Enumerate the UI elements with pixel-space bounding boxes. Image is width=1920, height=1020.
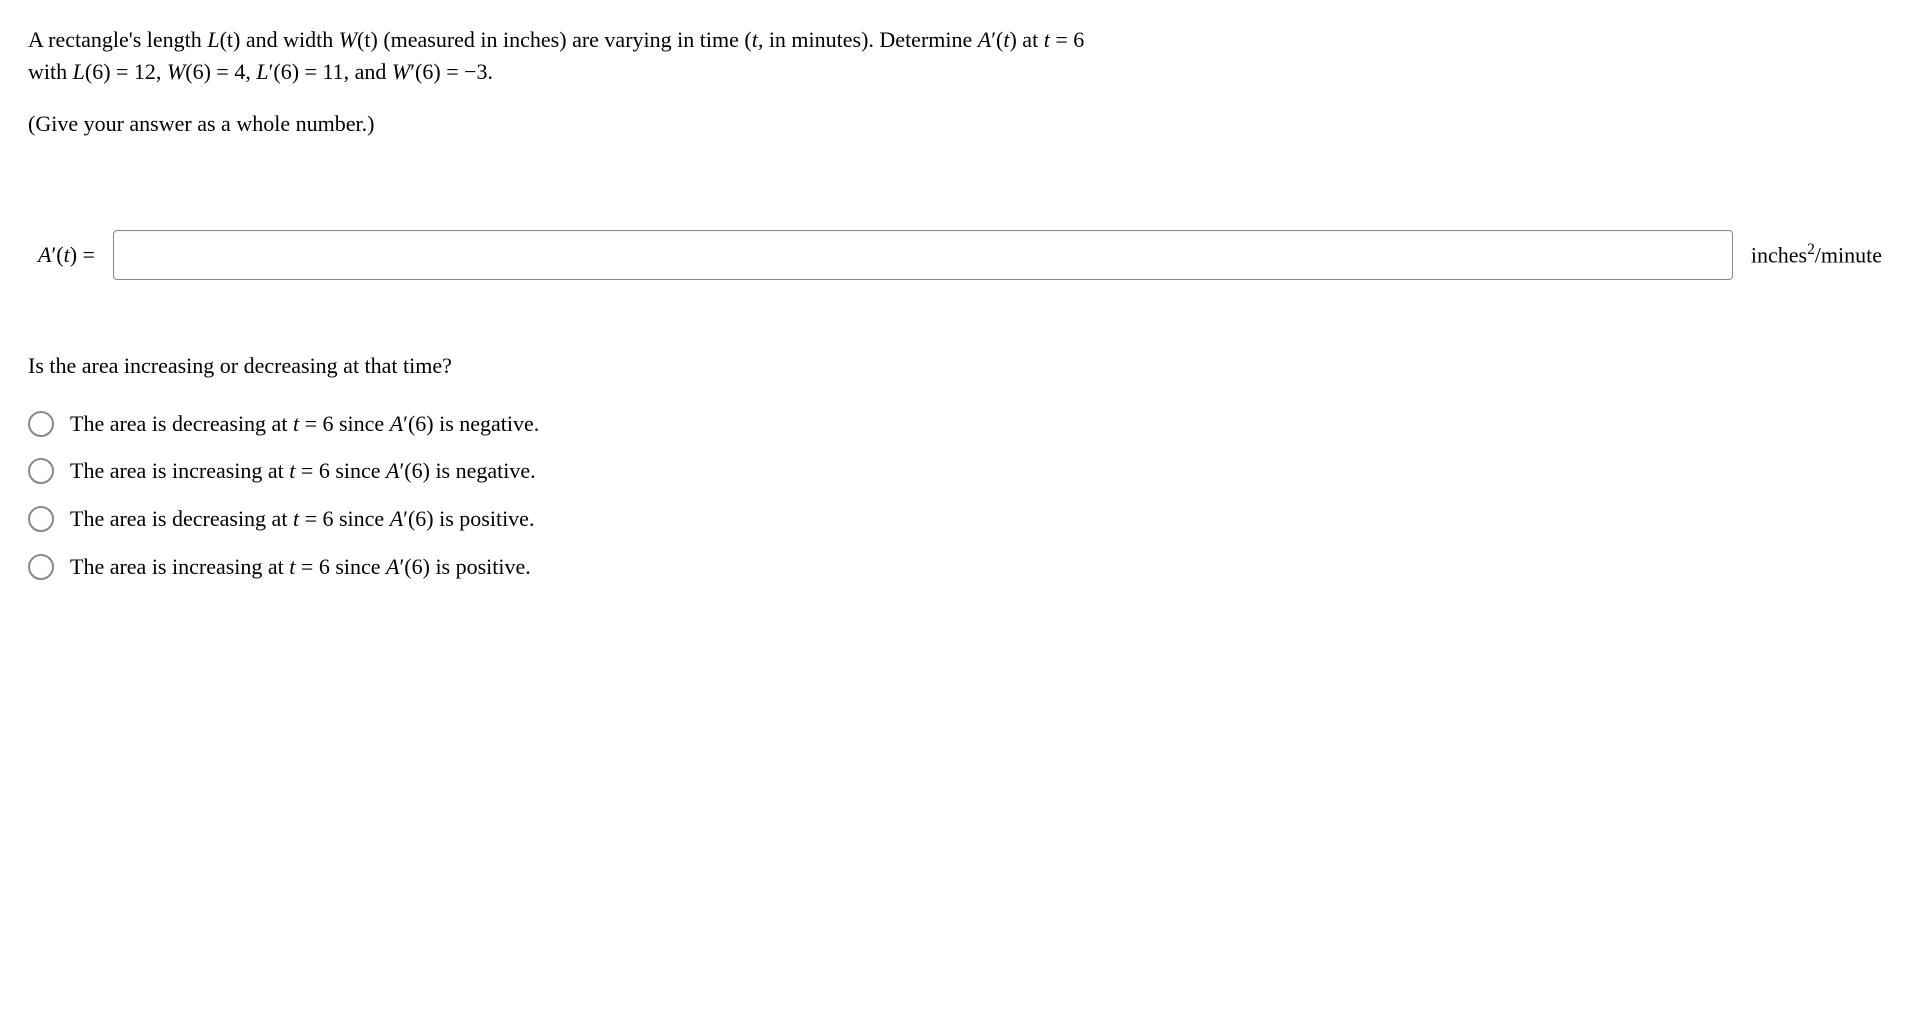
option-row[interactable]: The area is decreasing at t = 6 since A′… xyxy=(28,503,1892,535)
answer-row: A′(t) = inches2/minute xyxy=(28,230,1892,280)
option-row[interactable]: The area is decreasing at t = 6 since A′… xyxy=(28,408,1892,440)
answer-input[interactable] xyxy=(113,230,1733,280)
text: (6) = 4, xyxy=(185,59,256,84)
text: = 6 since xyxy=(299,506,390,531)
text: ′(6) = 11, and xyxy=(269,59,392,84)
text: ′(6) is negative. xyxy=(403,411,539,436)
var-W: W xyxy=(339,27,357,52)
text: = 6 xyxy=(1050,27,1084,52)
text: The area is increasing at xyxy=(70,458,289,483)
var-A: A xyxy=(38,242,51,267)
text: The area is decreasing at xyxy=(70,411,293,436)
answer-unit: inches2/minute xyxy=(1751,239,1892,271)
followup-question: Is the area increasing or decreasing at … xyxy=(28,350,1892,382)
text: ′( xyxy=(51,242,63,267)
text: ′( xyxy=(991,27,1003,52)
text: A rectangle's length xyxy=(28,27,207,52)
unit-post: /minute xyxy=(1815,242,1882,267)
option-label: The area is increasing at t = 6 since A′… xyxy=(70,455,536,487)
text: with xyxy=(28,59,73,84)
text: ′(6) = −3. xyxy=(410,59,493,84)
option-row[interactable]: The area is increasing at t = 6 since A′… xyxy=(28,455,1892,487)
text: = 6 since xyxy=(299,411,390,436)
var-L: L xyxy=(207,27,219,52)
instruction-text: (Give your answer as a whole number.) xyxy=(28,108,1892,140)
var-A: A xyxy=(390,506,403,531)
options-group: The area is decreasing at t = 6 since A′… xyxy=(28,408,1892,584)
text: (measured in inches) are varying in time… xyxy=(378,27,752,52)
var-Lp: L xyxy=(256,59,268,84)
var-L: L xyxy=(73,59,85,84)
problem-statement: A rectangle's length L(t) and width W(t)… xyxy=(28,24,1892,88)
text: , in minutes). Determine xyxy=(758,27,978,52)
option-label: The area is decreasing at t = 6 since A′… xyxy=(70,408,539,440)
var-A: A xyxy=(386,554,399,579)
text: ) = xyxy=(70,242,95,267)
radio-button[interactable] xyxy=(28,506,54,532)
var-A: A xyxy=(386,458,399,483)
unit-sup: 2 xyxy=(1807,241,1815,258)
radio-button[interactable] xyxy=(28,458,54,484)
unit-pre: inches xyxy=(1751,242,1807,267)
option-row[interactable]: The area is increasing at t = 6 since A′… xyxy=(28,551,1892,583)
text: The area is decreasing at xyxy=(70,506,293,531)
answer-label: A′(t) = xyxy=(28,239,95,271)
text: ′(6) is negative. xyxy=(399,458,535,483)
radio-button[interactable] xyxy=(28,554,54,580)
text: and width xyxy=(240,27,338,52)
var-A: A xyxy=(978,27,991,52)
text: = 6 since xyxy=(295,554,386,579)
text: (t) xyxy=(357,27,378,52)
var-Wp: W xyxy=(392,59,410,84)
var-A: A xyxy=(390,411,403,436)
text: ′(6) is positive. xyxy=(403,506,534,531)
text: = 6 since xyxy=(295,458,386,483)
text: (6) = 12, xyxy=(85,59,167,84)
text: ′(6) is positive. xyxy=(399,554,530,579)
option-label: The area is increasing at t = 6 since A′… xyxy=(70,551,531,583)
radio-button[interactable] xyxy=(28,411,54,437)
text: The area is increasing at xyxy=(70,554,289,579)
text: ) at xyxy=(1009,27,1043,52)
option-label: The area is decreasing at t = 6 since A′… xyxy=(70,503,534,535)
var-W: W xyxy=(167,59,185,84)
text: (t) xyxy=(220,27,241,52)
